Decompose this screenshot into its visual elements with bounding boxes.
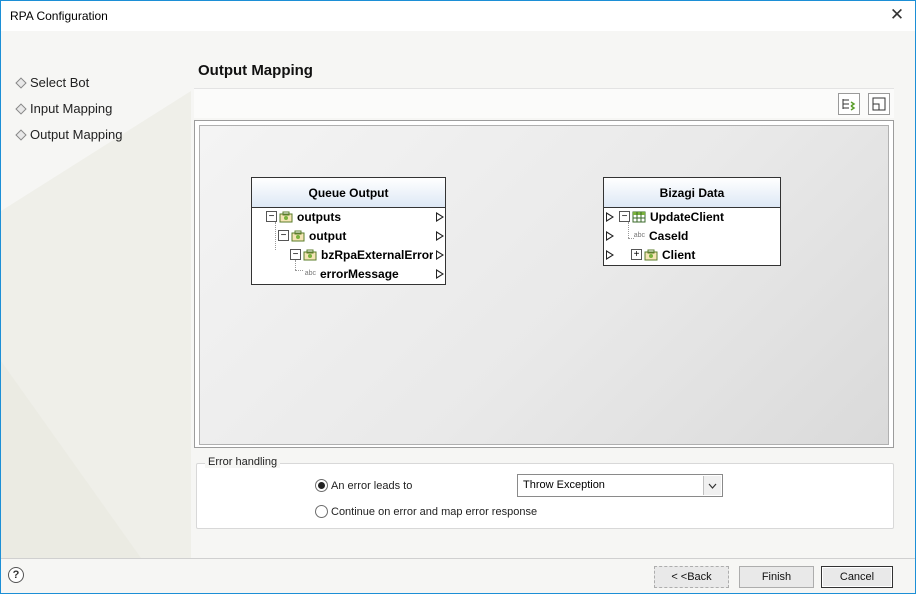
input-port-icon[interactable] <box>606 231 614 241</box>
collapse-icon[interactable]: − <box>278 230 289 241</box>
layout-icon <box>872 97 886 111</box>
tree-connector <box>275 222 276 250</box>
node-label: UpdateClient <box>650 209 725 224</box>
auto-map-icon <box>842 99 856 111</box>
node-label: CaseId <box>649 228 689 243</box>
collapse-icon[interactable]: − <box>290 249 301 260</box>
error-action-select[interactable]: Throw Exception <box>517 474 723 497</box>
radio-continue-on-error[interactable]: Continue on error and map error response <box>315 505 537 518</box>
error-handling-group: Error handling An error leads to Throw E… <box>196 456 894 529</box>
input-port-icon[interactable] <box>606 250 614 260</box>
help-icon[interactable]: ? <box>8 567 24 583</box>
dropdown-button[interactable] <box>703 476 721 495</box>
node-label: output <box>309 228 347 243</box>
step-bullet-icon <box>15 128 27 141</box>
step-bullet-icon <box>15 76 27 89</box>
radio-error-leads-to[interactable]: An error leads to <box>315 479 412 492</box>
string-type-icon: abc <box>633 232 645 239</box>
object-icon <box>279 211 293 222</box>
tree-node[interactable]: − outputs <box>266 207 341 226</box>
mapping-canvas[interactable]: Queue Output − outputs − output − bzRpaE… <box>199 125 889 445</box>
rpa-configuration-dialog: RPA Configuration ✕ Select Bot Input Map… <box>0 0 916 594</box>
chevron-down-icon <box>708 483 717 489</box>
expand-icon[interactable]: + <box>631 249 642 260</box>
tree-node[interactable]: − output <box>278 226 346 245</box>
mapping-canvas-frame: Queue Output − outputs − output − bzRpaE… <box>194 120 894 448</box>
tree-node[interactable]: abc errorMessage <box>302 264 399 283</box>
node-label: outputs <box>297 209 341 224</box>
node-label: errorMessage <box>320 266 399 281</box>
auto-map-button[interactable] <box>838 93 860 115</box>
collapse-icon[interactable]: − <box>619 211 630 222</box>
finish-button[interactable]: Finish <box>739 566 814 588</box>
sidebar-item-output-mapping[interactable]: Output Mapping <box>15 127 123 142</box>
radio-button[interactable] <box>315 505 328 518</box>
string-type-icon: abc <box>304 270 316 277</box>
tree-node[interactable]: − UpdateClient <box>619 207 724 226</box>
bizagi-data-panel[interactable]: Bizagi Data − UpdateClient abc CaseId + … <box>603 177 781 266</box>
error-handling-legend: Error handling <box>205 456 281 468</box>
output-port-icon[interactable] <box>436 250 444 260</box>
node-label: bzRpaExternalError <box>321 247 433 262</box>
radio-label: An error leads to <box>331 479 413 492</box>
sidebar-item-label: Input Mapping <box>30 101 113 116</box>
title-bar: RPA Configuration ✕ <box>1 1 915 31</box>
step-bullet-icon <box>15 102 27 115</box>
back-button[interactable]: < <Back <box>654 566 729 588</box>
panel-title: Bizagi Data <box>604 178 780 208</box>
sidebar-item-label: Select Bot <box>30 75 90 90</box>
sidebar-item-label: Output Mapping <box>30 127 123 142</box>
tree-node[interactable]: abc CaseId <box>631 226 689 245</box>
output-port-icon[interactable] <box>436 212 444 222</box>
output-port-icon[interactable] <box>436 269 444 279</box>
page-title: Output Mapping <box>198 62 313 79</box>
radio-label: Continue on error and map error response <box>331 505 538 518</box>
queue-output-panel[interactable]: Queue Output − outputs − output − bzRpaE… <box>251 177 446 285</box>
sidebar-item-input-mapping[interactable]: Input Mapping <box>15 101 113 116</box>
radio-button[interactable] <box>315 479 328 492</box>
tree-node[interactable]: + Client <box>631 245 695 264</box>
cancel-button[interactable]: Cancel <box>821 566 893 588</box>
select-value: Throw Exception <box>523 479 605 491</box>
dialog-footer: ? < <Back Finish Cancel <box>1 558 915 593</box>
object-icon <box>644 249 658 260</box>
layout-button[interactable] <box>868 93 890 115</box>
window-title: RPA Configuration <box>10 9 108 23</box>
output-port-icon[interactable] <box>436 231 444 241</box>
sidebar-item-select-bot[interactable]: Select Bot <box>15 75 90 90</box>
tree-node[interactable]: − bzRpaExternalError <box>290 245 433 264</box>
node-label: Client <box>662 247 696 262</box>
main-content: Output Mapping Queue Output − outputs − … <box>191 31 915 558</box>
object-icon <box>303 249 317 260</box>
object-icon <box>291 230 305 241</box>
panel-title: Queue Output <box>252 178 445 208</box>
entity-table-icon <box>632 211 646 222</box>
mapping-toolbar <box>194 88 894 118</box>
collapse-icon[interactable]: − <box>266 211 277 222</box>
input-port-icon[interactable] <box>606 212 614 222</box>
close-icon[interactable]: ✕ <box>887 5 907 25</box>
wizard-steps-sidebar: Select Bot Input Mapping Output Mapping <box>1 31 191 558</box>
